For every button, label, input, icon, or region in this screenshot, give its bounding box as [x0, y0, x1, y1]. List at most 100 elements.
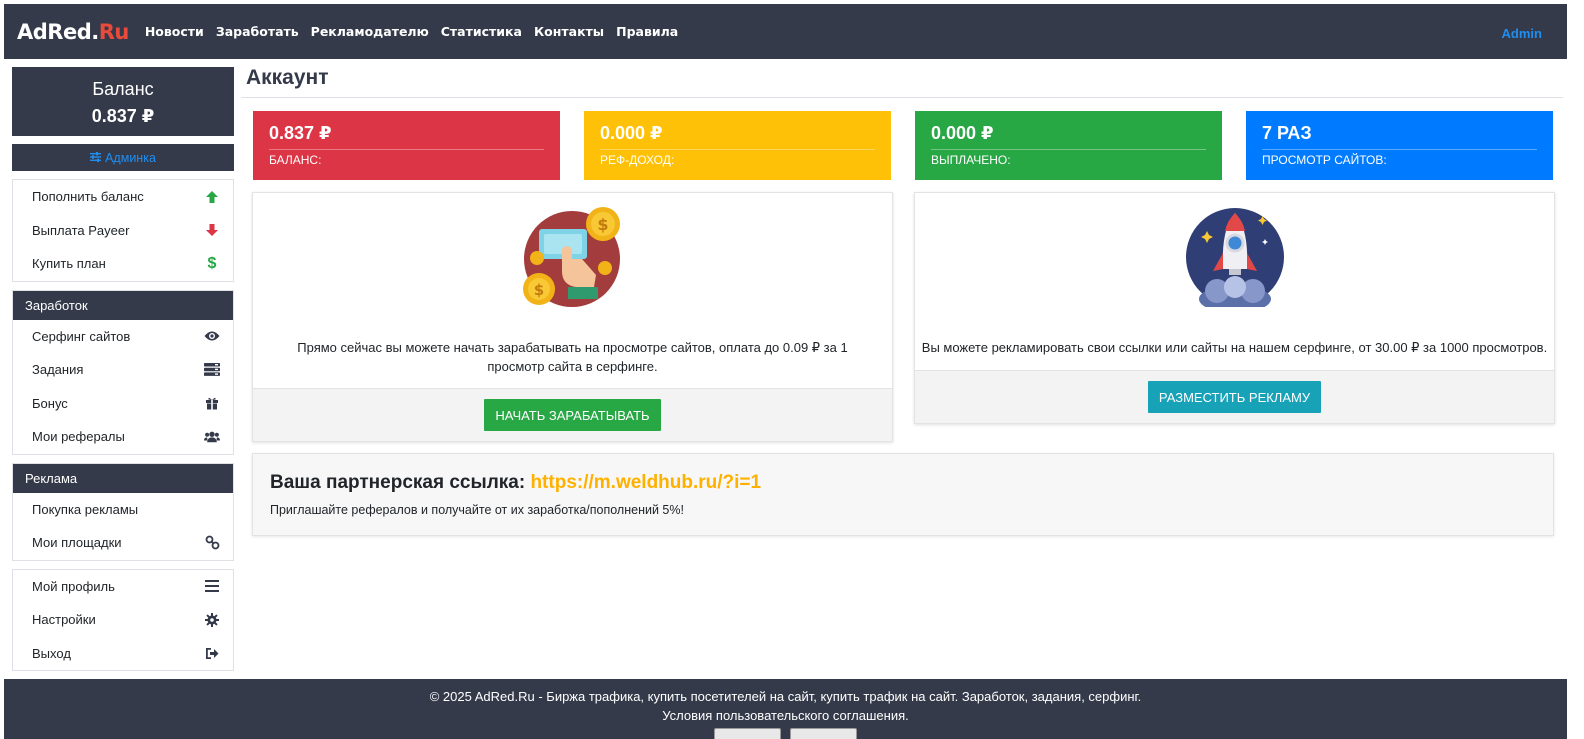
stat-card-ref-income: 0.000 ₽ Реф-доход: [584, 111, 891, 180]
stat-card-site-views: 7 раз Просмотр сайтов: [1246, 111, 1553, 180]
arrow-up-icon [204, 189, 220, 205]
top-navbar: AdRed.Ru Новости Заработать Рекламодател… [4, 4, 1567, 59]
admin-label: Админка [105, 150, 156, 165]
counter-badge[interactable] [790, 728, 857, 739]
sidebar-item-buy-plan[interactable]: Купить план $ [13, 247, 233, 281]
footer-copyright-line: © 2025 AdRed.Ru - Биржа трафика, купить … [4, 687, 1567, 706]
terms-link[interactable]: Условия пользовательского соглашения. [4, 706, 1567, 725]
sidebar-item-label: Покупка рекламы [32, 501, 139, 517]
stat-card-balance: 0.837 ₽ Баланс: [253, 111, 560, 180]
earn-card: $ $ Прямо сейчас вы можете начать зараба… [252, 192, 893, 442]
sidebar-item-label: Выплата Payeer [32, 222, 130, 238]
sidebar-item-label: Серфинг сайтов [32, 328, 131, 344]
coins-hand-icon: $ $ [522, 205, 622, 312]
menu-group-profile: Мой профиль Настройки Выход [12, 568, 234, 671]
tasks-icon [204, 362, 220, 378]
svg-text:$: $ [597, 215, 608, 234]
sliders-icon [90, 151, 102, 165]
nav-link-earn[interactable]: Заработать [216, 24, 299, 39]
sidebar: Баланс 0.837 ₽ Админка Пополнить баланс … [12, 67, 234, 671]
sidebar-item-label: Бонус [32, 395, 68, 411]
nav-link-news[interactable]: Новости [145, 24, 204, 39]
menu-heading-earnings: Заработок [13, 290, 233, 320]
ad-card-footer: Разместить рекламу [915, 370, 1554, 423]
nav-link-stats[interactable]: Статистика [441, 24, 522, 39]
sidebar-item-surfing[interactable]: Серфинг сайтов [13, 320, 233, 354]
stat-label: Выплачено: [931, 153, 1011, 167]
admin-panel-link[interactable]: Админка [12, 144, 234, 171]
menu-group-account: Пополнить баланс Выплата Payeer Купить п… [12, 179, 234, 282]
sidebar-item-label: Задания [32, 362, 84, 378]
page-footer: © 2025 AdRed.Ru - Биржа трафика, купить … [4, 679, 1567, 739]
brand-logo[interactable]: AdRed.Ru [17, 20, 129, 44]
nav-link-rules[interactable]: Правила [616, 24, 678, 39]
sidebar-item-label: Выход [32, 645, 71, 661]
sidebar-item-label: Мои площадки [32, 535, 122, 551]
sidebar-item-label: Мои рефералы [32, 429, 125, 445]
place-ad-button[interactable]: Разместить рекламу [1147, 381, 1322, 413]
footer-description: - Биржа трафика, купить посетителей на с… [538, 689, 1142, 704]
sidebar-item-referrals[interactable]: Мои рефералы [13, 420, 233, 454]
user-menu-admin[interactable]: Admin [1502, 26, 1542, 41]
stat-value: 0.000 ₽ [931, 123, 994, 143]
brand-main: AdRed. [17, 19, 99, 44]
counter-badges [4, 728, 1567, 739]
earn-card-footer: Начать зарабатывать [253, 388, 892, 441]
sidebar-item-label: Настройки [32, 612, 96, 628]
stat-value: 0.000 ₽ [600, 123, 663, 143]
rocket-icon [1185, 207, 1285, 313]
nav-link-contacts[interactable]: Контакты [534, 24, 604, 39]
stat-value: 0.837 ₽ [269, 123, 332, 143]
title-divider [241, 97, 1563, 98]
nav-links: Новости Заработать Рекламодателю Статист… [145, 24, 690, 39]
gift-icon [204, 395, 220, 411]
sidebar-item-profile[interactable]: Мой профиль [13, 570, 233, 604]
page-title: Аккаунт [246, 66, 329, 89]
balance-box: Баланс 0.837 ₽ [12, 67, 234, 136]
earn-description: Прямо сейчас вы можете начать зарабатыва… [297, 340, 848, 374]
nav-link-advertiser[interactable]: Рекламодателю [311, 24, 429, 39]
balance-value: 0.837 ₽ [91, 106, 155, 126]
sidebar-item-label: Мой профиль [32, 578, 115, 594]
users-icon [204, 429, 220, 445]
sidebar-item-tasks[interactable]: Задания [13, 353, 233, 387]
sidebar-item-buy-ads[interactable]: Покупка рекламы [13, 493, 233, 527]
menu-heading-ads: Реклама [13, 463, 233, 493]
sidebar-item-settings[interactable]: Настройки [13, 603, 233, 637]
brand-accent: Ru [98, 19, 130, 44]
counter-badge[interactable] [714, 728, 781, 739]
stat-card-paid-out: 0.000 ₽ Выплачено: [915, 111, 1222, 180]
sidebar-item-bonus[interactable]: Бонус [13, 387, 233, 421]
stat-label: Баланс: [269, 153, 322, 167]
bars-icon [204, 578, 220, 594]
sidebar-item-topup[interactable]: Пополнить баланс [13, 180, 233, 214]
stat-label: Просмотр сайтов: [1262, 153, 1387, 167]
stat-label: Реф-доход: [600, 153, 675, 167]
arrow-down-icon [204, 222, 220, 238]
eye-icon [204, 328, 220, 344]
referral-card: Ваша партнерская ссылка: https://m.weldh… [252, 453, 1554, 536]
referral-description: Приглашайте рефералов и получайте от их … [270, 503, 684, 517]
gear-icon [204, 612, 220, 628]
footer-brand-link[interactable]: AdRed.Ru [475, 689, 535, 704]
sidebar-item-label: Купить план [32, 256, 106, 272]
ad-card: Вы можете рекламировать свои ссылки или … [914, 192, 1555, 424]
ad-description: Вы можете рекламировать свои ссылки или … [921, 340, 1548, 355]
dollar-icon: $ [207, 254, 217, 272]
sidebar-item-logout[interactable]: Выход [13, 637, 233, 671]
svg-text:$: $ [534, 281, 544, 299]
referral-heading: Ваша партнерская ссылка: https://m.weldh… [270, 472, 1536, 494]
sidebar-item-label: Пополнить баланс [32, 189, 144, 205]
sidebar-item-my-sites[interactable]: Мои площадки [13, 526, 233, 560]
referral-link[interactable]: https://m.weldhub.ru/?i=1 [530, 472, 761, 493]
referral-title: Ваша партнерская ссылка: [270, 472, 526, 493]
menu-group-ads: Реклама Покупка рекламы Мои площадки [12, 462, 234, 561]
sign-out-icon [204, 645, 220, 661]
sidebar-item-payout[interactable]: Выплата Payeer [13, 214, 233, 248]
link-icon [204, 535, 220, 551]
menu-group-earnings: Заработок Серфинг сайтов Задания Бонус М… [12, 289, 234, 455]
balance-title: Баланс [92, 79, 154, 99]
stat-value: 7 раз [1262, 123, 1312, 143]
start-earning-button[interactable]: Начать зарабатывать [484, 399, 661, 431]
footer-copyright: © 2025 [429, 689, 472, 704]
